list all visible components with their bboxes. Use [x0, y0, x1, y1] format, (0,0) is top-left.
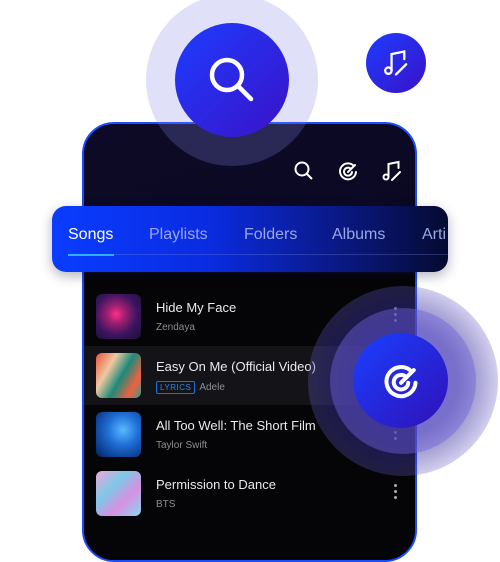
tab-folders[interactable]: Folders [244, 226, 297, 244]
album-art [96, 294, 141, 339]
tab-artists[interactable]: Arti [422, 226, 446, 244]
album-art [96, 353, 141, 398]
song-recognition-icon [384, 364, 418, 398]
search-icon [209, 57, 254, 102]
more-options-icon[interactable] [394, 484, 398, 502]
song-title: Easy On Me (Official Video) [156, 359, 316, 374]
song-title: Permission to Dance [156, 477, 276, 492]
tab-bar: Songs Playlists Folders Albums Arti [52, 206, 448, 272]
song-artist: Zendaya [156, 322, 195, 333]
music-edit-button[interactable] [366, 33, 426, 93]
song-row[interactable]: Permission to Dance BTS [84, 464, 414, 523]
tab-playlists[interactable]: Playlists [149, 226, 208, 244]
album-art [96, 412, 141, 457]
song-artist: Adele [199, 382, 225, 393]
music-edit-icon [384, 50, 408, 76]
active-tab-indicator [68, 254, 114, 256]
tab-songs[interactable]: Songs [68, 226, 113, 244]
search-button[interactable] [175, 23, 289, 137]
song-recognition-button[interactable] [353, 333, 448, 428]
song-artist: Taylor Swift [156, 440, 208, 451]
song-artist: BTS [156, 499, 176, 510]
tab-track [114, 254, 448, 255]
search-icon[interactable] [293, 160, 315, 182]
header-toolbar [293, 160, 403, 182]
song-title: Hide My Face [156, 300, 237, 315]
tab-albums[interactable]: Albums [332, 226, 385, 244]
album-art [96, 471, 141, 516]
lyrics-badge: LYRICS [156, 381, 196, 394]
music-edit-icon[interactable] [381, 160, 403, 182]
song-recognition-icon[interactable] [337, 160, 359, 182]
song-title: All Too Well: The Short Film [156, 418, 316, 433]
